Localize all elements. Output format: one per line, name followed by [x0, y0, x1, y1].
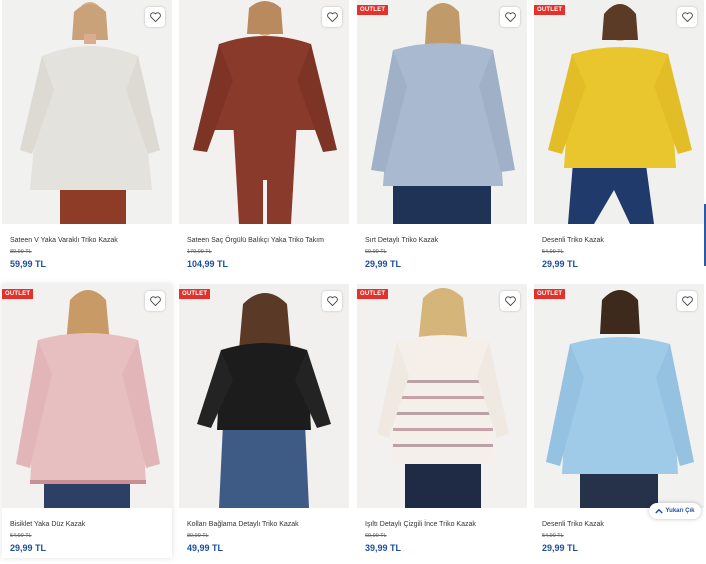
- heart-icon: [326, 296, 338, 306]
- favorite-button[interactable]: [500, 7, 520, 27]
- favorite-button[interactable]: [322, 7, 342, 27]
- outlet-badge: OUTLET: [2, 289, 34, 299]
- favorite-button[interactable]: [145, 291, 165, 311]
- product-image[interactable]: [179, 284, 349, 508]
- favorite-button[interactable]: [145, 7, 165, 27]
- product-name[interactable]: Kolları Bağlama Detaylı Triko Kazak: [187, 521, 299, 528]
- product-image[interactable]: [357, 284, 527, 508]
- old-price: 69,99 TL: [365, 249, 387, 255]
- product-card[interactable]: OUTLET Sırt Detaylı Triko Kazak 69,99 TL…: [357, 0, 527, 278]
- product-image[interactable]: [2, 284, 172, 508]
- scroll-to-top-label: Yukarı Çık: [665, 508, 695, 514]
- product-name[interactable]: Sateen V Yaka Varaklı Triko Kazak: [10, 237, 118, 244]
- heart-icon: [149, 296, 161, 306]
- product-name[interactable]: Işıltı Detaylı Çizgili İnce Triko Kazak: [365, 521, 476, 528]
- product-name[interactable]: Desenli Triko Kazak: [542, 237, 604, 244]
- old-price: 89,99 TL: [10, 249, 32, 255]
- product-card[interactable]: OUTLET Desenli Triko Kazak 54,99 TL 29,9…: [534, 0, 704, 278]
- scroll-to-top-button[interactable]: Yukarı Çık: [649, 503, 701, 519]
- outlet-badge: OUTLET: [179, 289, 211, 299]
- product-image[interactable]: [534, 284, 704, 508]
- price: 29,99 TL: [542, 259, 579, 269]
- chevron-up-icon: [655, 508, 664, 514]
- product-card[interactable]: Sateen V Yaka Varaklı Triko Kazak 89,99 …: [2, 0, 172, 278]
- old-price: 54,99 TL: [10, 533, 32, 539]
- price: 29,99 TL: [542, 543, 579, 553]
- product-card[interactable]: OUTLET Işıltı Detaylı Çizgili İnce Triko…: [357, 284, 527, 558]
- old-price: 54,99 TL: [542, 533, 564, 539]
- product-image[interactable]: [179, 0, 349, 224]
- favorite-button[interactable]: [677, 291, 697, 311]
- heart-icon: [504, 12, 516, 22]
- product-image[interactable]: [534, 0, 704, 224]
- product-card[interactable]: OUTLET Kolları Bağlama Detaylı Triko Kaz…: [179, 284, 349, 558]
- outlet-badge: OUTLET: [534, 289, 566, 299]
- heart-icon: [326, 12, 338, 22]
- product-name[interactable]: Desenli Triko Kazak: [542, 521, 604, 528]
- outlet-badge: OUTLET: [534, 5, 566, 15]
- product-card[interactable]: Sateen Saç Örgülü Balıkçı Yaka Triko Tak…: [179, 0, 349, 278]
- product-image[interactable]: [357, 0, 527, 224]
- outlet-badge: OUTLET: [357, 289, 389, 299]
- heart-icon: [149, 12, 161, 22]
- outlet-badge: OUTLET: [357, 5, 389, 15]
- product-card[interactable]: OUTLET Bisiklet Yaka Düz Kazak 54,99 TL …: [2, 284, 172, 558]
- product-name[interactable]: Sateen Saç Örgülü Balıkçı Yaka Triko Tak…: [187, 237, 324, 244]
- old-price: 54,99 TL: [542, 249, 564, 255]
- favorite-button[interactable]: [500, 291, 520, 311]
- heart-icon: [681, 12, 693, 22]
- price: 49,99 TL: [187, 543, 224, 553]
- favorite-button[interactable]: [677, 7, 697, 27]
- heart-icon: [681, 296, 693, 306]
- price: 29,99 TL: [365, 259, 402, 269]
- price: 39,99 TL: [365, 543, 402, 553]
- heart-icon: [504, 296, 516, 306]
- product-name[interactable]: Sırt Detaylı Triko Kazak: [365, 237, 438, 244]
- favorite-button[interactable]: [322, 291, 342, 311]
- product-name[interactable]: Bisiklet Yaka Düz Kazak: [10, 521, 85, 528]
- old-price: 89,99 TL: [187, 533, 209, 539]
- price: 29,99 TL: [10, 543, 47, 553]
- price: 104,99 TL: [187, 259, 229, 269]
- old-price: 69,99 TL: [365, 533, 387, 539]
- product-image[interactable]: [2, 0, 172, 224]
- old-price: 179,99 TL: [187, 249, 212, 255]
- price: 59,99 TL: [10, 259, 47, 269]
